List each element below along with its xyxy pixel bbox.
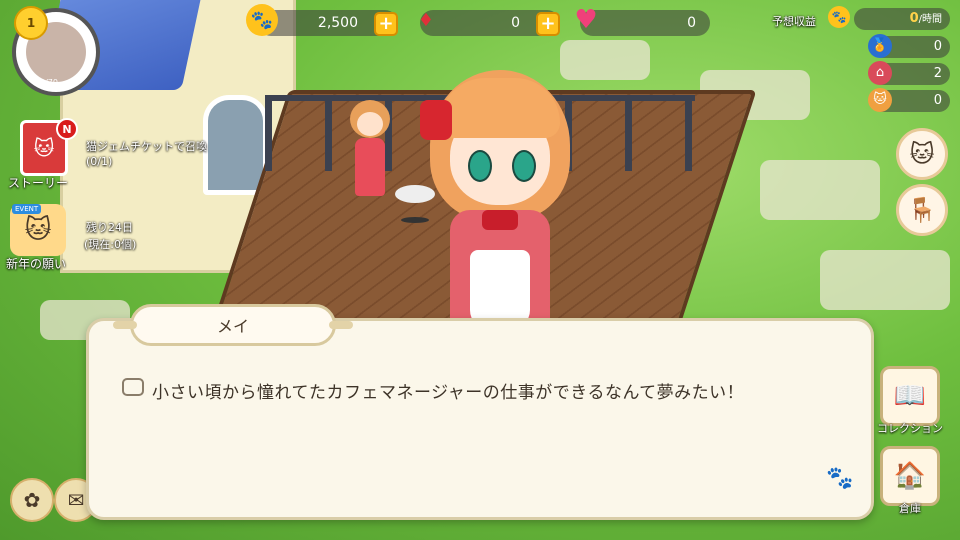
cat-stat[interactable]: 🐱 0: [868, 88, 950, 112]
gem-ticket-summon-label[interactable]: 猫ジェムチケットで召喚: [86, 138, 207, 154]
dialogue-text: 小さい頃から憧れてたカフェマネージャーの仕事ができるなんて夢みたい！: [152, 383, 745, 403]
dialogue-box[interactable]: [86, 318, 874, 520]
stone-tile: [820, 250, 950, 310]
heart-icon: ♥: [574, 5, 598, 35]
gem-ticket-count: (0/1): [86, 155, 113, 168]
speaker-name-plate: メイ: [113, 304, 353, 346]
level-badge: 1: [14, 6, 48, 40]
collection-icon: 📖: [893, 381, 927, 411]
paw-coin-value: 2,500: [317, 15, 358, 31]
paw-next-icon[interactable]: 🐾: [826, 466, 853, 491]
cat-icon: 🐱: [868, 88, 892, 112]
collection-button[interactable]: 📖: [880, 366, 940, 426]
medal-value: 0: [933, 39, 942, 54]
event-current-count: (現在:0個): [84, 238, 137, 251]
medal-stat[interactable]: 🏅 0: [868, 34, 950, 58]
cat-face-button[interactable]: 🐱: [896, 128, 948, 180]
medal-icon: 🏅: [868, 34, 892, 58]
cat-book-icon: 🐱: [33, 136, 55, 160]
cat-event-icon: 🐱: [24, 215, 52, 245]
event-tag: EVENT: [12, 204, 42, 214]
add-gems-button[interactable]: +: [536, 12, 560, 36]
chair-icon: 🪑: [907, 196, 937, 224]
mei-character: [420, 50, 580, 330]
exp-counter: 0/70: [40, 78, 58, 87]
collection-label: コレクション: [877, 422, 943, 435]
heart-value: 0: [687, 15, 696, 31]
income-value: 0: [909, 11, 919, 26]
stone-tile: [760, 160, 880, 220]
story-label: ストーリー: [8, 176, 69, 190]
income-unit: /時間: [918, 14, 942, 25]
storage-button[interactable]: 🏠: [880, 446, 940, 506]
income-bar: 0/時間: [854, 8, 950, 30]
chat-bubble-icon: [122, 378, 144, 396]
house-icon: ⌂: [868, 61, 892, 85]
event-label: 新年の願い: [6, 257, 67, 271]
cat-value: 0: [933, 93, 942, 108]
add-paw-coins-button[interactable]: +: [374, 12, 398, 36]
income-label: 予想収益: [772, 15, 816, 28]
gem-value: 0: [511, 15, 520, 31]
storage-house-icon: 🏠: [893, 461, 927, 491]
storage-label: 倉庫: [899, 502, 921, 515]
coin-icon: 🐾: [828, 6, 850, 28]
chair-button[interactable]: 🪑: [896, 184, 948, 236]
speaker-name: メイ: [216, 317, 249, 336]
ruby-gem-icon: ♦: [417, 9, 435, 31]
cat-face-icon: 🐱: [909, 140, 935, 168]
paw-coin-icon: 🐾: [246, 4, 278, 36]
house-stat[interactable]: ⌂ 2: [868, 61, 950, 85]
house-value: 2: [933, 66, 942, 81]
event-remaining: 残り24日: [86, 221, 133, 234]
settings-flower-icon[interactable]: ✿: [10, 478, 54, 522]
new-badge: N: [56, 118, 78, 140]
npc-maid-character[interactable]: [345, 100, 395, 210]
